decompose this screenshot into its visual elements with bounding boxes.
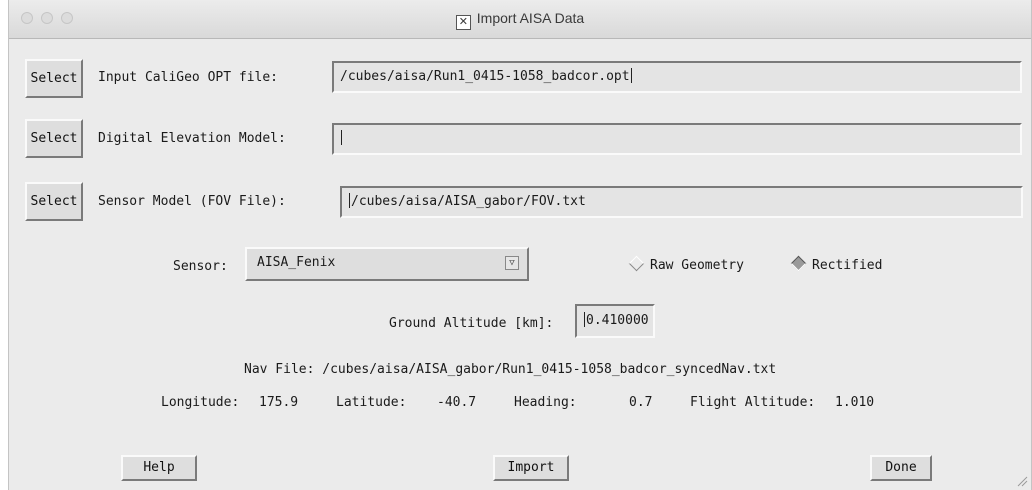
text-cursor [349,193,350,208]
dem-label: Digital Elevation Model: [98,131,286,146]
flight-altitude-label: Flight Altitude: [690,395,816,410]
select-dem-button[interactable]: Select [25,119,83,158]
sensor-label: Sensor: [173,259,228,274]
flight-altitude-value: 1.010 [835,395,875,410]
raw-geometry-radio[interactable]: Raw Geometry [628,255,744,273]
ground-altitude-input[interactable]: 0.410000 [575,304,655,338]
heading-label: Heading: [514,395,577,410]
radio-off-icon [628,255,645,272]
select-fov-button[interactable]: Select [25,182,83,221]
raw-geometry-label: Raw Geometry [650,258,744,273]
done-button[interactable]: Done [870,455,932,481]
opt-file-input[interactable]: /cubes/aisa/Run1_0415-1058_badcor.opt [332,61,1022,93]
opt-file-label: Input CaliGeo OPT file: [98,70,279,85]
x11-icon: ✕ [455,15,471,30]
ground-altitude-value: 0.410000 [586,313,649,328]
dem-input[interactable] [332,123,1022,155]
dropdown-arrow-icon: ▽ [505,256,519,270]
rectified-radio[interactable]: Rectified [790,255,883,273]
help-button[interactable]: Help [121,455,197,481]
resize-grip-icon[interactable] [1016,475,1028,487]
rectified-label: Rectified [812,258,883,273]
longitude-value: 175.9 [259,395,299,410]
radio-on-icon [790,255,807,272]
sensor-dropdown[interactable]: AISA_Fenix ▽ [245,247,529,281]
ground-altitude-label: Ground Altitude [km]: [389,316,554,331]
latitude-label: Latitude: [336,395,407,410]
sensor-selected-value: AISA_Fenix [257,255,336,270]
fov-input[interactable]: /cubes/aisa/AISA_gabor/FOV.txt [340,186,1023,218]
text-cursor [341,130,342,145]
opt-file-value: /cubes/aisa/Run1_0415-1058_badcor.opt [340,69,630,84]
heading-value: 0.7 [629,395,653,410]
window-title-area: ✕ Import AISA Data [9,10,1031,30]
import-button[interactable]: Import [493,455,569,481]
fov-value: /cubes/aisa/AISA_gabor/FOV.txt [351,194,586,209]
latitude-value: -40.7 [437,395,477,410]
fov-label: Sensor Model (FOV File): [98,194,286,209]
text-cursor [630,68,632,83]
title-bar: ✕ Import AISA Data [9,0,1031,39]
nav-file-text: Nav File: /cubes/aisa/AISA_gabor/Run1_04… [244,362,777,377]
select-opt-button[interactable]: Select [25,59,83,98]
text-cursor [584,312,585,327]
import-aisa-window: ✕ Import AISA Data Select Input CaliGeo O… [8,0,1032,490]
window-title: Import AISA Data [476,10,585,26]
longitude-label: Longitude: [161,395,240,410]
